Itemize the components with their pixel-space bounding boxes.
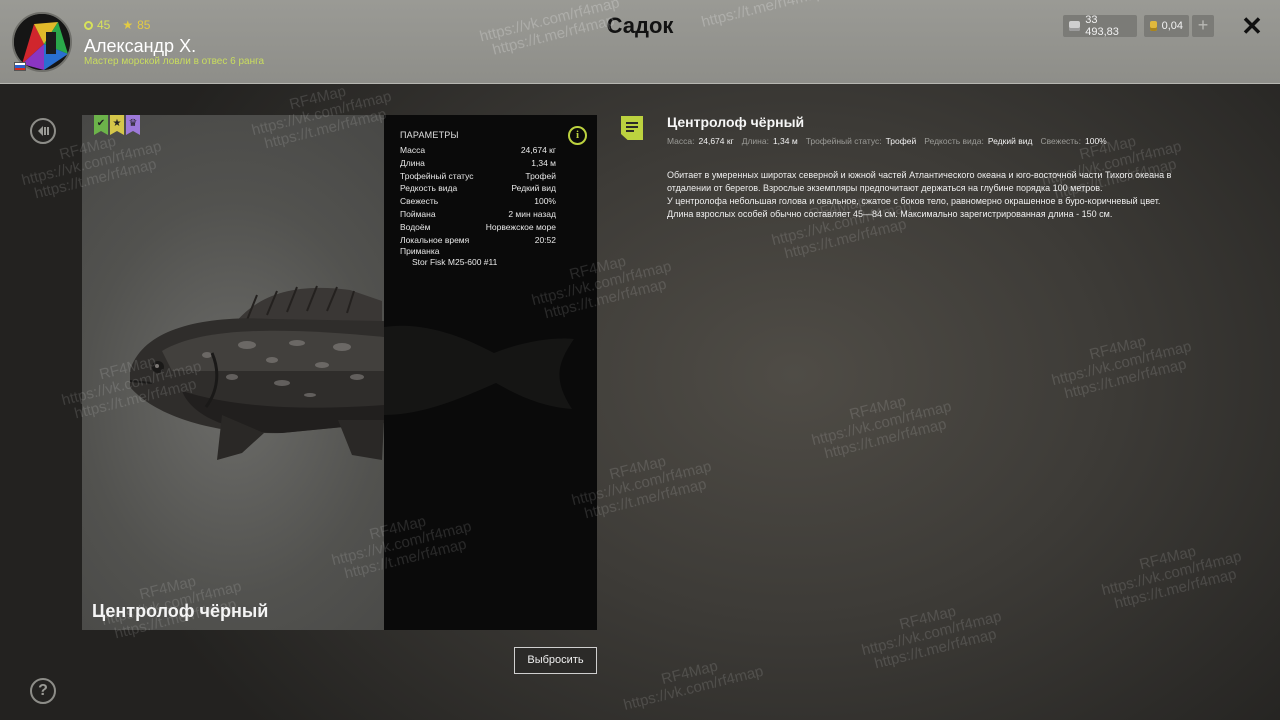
watermark: RF4Map https://vk.com/rf4map https://t.m… [1096, 533, 1247, 614]
watermark-vk: https://vk.com/rf4map [1099, 547, 1244, 600]
fish-card-name: Центролоф чёрный [92, 601, 269, 621]
meta-label: Редкость вида: [924, 136, 984, 146]
crown-badge-icon: ♛ [126, 115, 140, 135]
description-line: У центролофа небольшая голова и овальное… [667, 196, 1161, 206]
param-label: Трофейный статус [400, 171, 474, 181]
watermark-brand: RF4Map [1077, 132, 1138, 164]
gold-amount: 0,04 [1161, 20, 1183, 32]
close-button[interactable]: ✕ [1240, 13, 1264, 39]
watermark-vk: https://vk.com/rf4map [621, 662, 766, 714]
param-label: Редкость вида [400, 183, 458, 193]
bait-value: Stor Fisk M25-600 #11 [412, 257, 498, 267]
watermark-brand: RF4Map [847, 392, 908, 424]
param-row-length: Длина 1,34 м [400, 157, 556, 169]
param-value: Норвежское море [485, 222, 556, 232]
note-icon [621, 116, 643, 140]
parameters-panel: ПАРАМЕТРЫ i Масса 24,674 кг Длина 1,34 м… [384, 115, 597, 630]
fish-badges: ✔ ★ ♛ [94, 115, 140, 135]
param-label: Свежесть [400, 196, 439, 206]
silver-amount: 33 493,83 [1085, 14, 1119, 38]
param-value: 20:52 [534, 235, 556, 245]
description-line: Длина взрослых особей обычно составляет … [667, 209, 1113, 219]
add-gold-button[interactable]: + [1192, 15, 1214, 37]
watermark-brand: RF4Map [1137, 542, 1198, 574]
keepnet-screen: 45 ★ 85 Александр Х. Мастер морской ловл… [0, 0, 1280, 720]
meta-value: Редкий вид [987, 136, 1033, 146]
param-row-caught: Поймана 2 мин назад [400, 208, 556, 220]
watermark-tg: https://t.me/rf4map [822, 415, 949, 463]
info-icon[interactable]: i [568, 126, 587, 145]
meta-label: Трофейный статус: [805, 136, 882, 146]
meta-value: 1,34 м [772, 136, 798, 146]
watermark-tg: https://t.me/rf4map [782, 215, 909, 263]
watermark-tg: https://t.me/rf4map [872, 625, 999, 673]
top-bar: 45 ★ 85 Александр Х. Мастер морской ловл… [0, 0, 1280, 84]
param-row-water-body: Водоём Норвежское море [400, 221, 556, 233]
watermark-brand: RF4Map [659, 657, 720, 688]
back-arrow-icon [38, 126, 49, 136]
help-button[interactable]: ? [30, 678, 56, 704]
gold-coin-icon [1150, 21, 1157, 31]
watermark-tg: https://t.me/rf4map [1062, 355, 1189, 403]
param-value: 100% [534, 196, 556, 206]
country-flag [14, 62, 26, 71]
watermark-vk: https://vk.com/rf4map [809, 397, 954, 450]
description-line: Обитает в умеренных широтах северной и ю… [667, 170, 1172, 180]
watermark-tg: https://t.me/rf4map [1112, 565, 1239, 613]
watermark: RF4Map https://vk.com/rf4map https://t.m… [856, 593, 1007, 674]
watermark: RF4Map https://vk.com/rf4map https://t.m… [1046, 323, 1197, 404]
param-value: 24,674 кг [520, 145, 556, 155]
meta-label: Масса: [667, 136, 695, 146]
param-row-freshness: Свежесть 100% [400, 195, 556, 207]
watermark-vk: https://vk.com/rf4map [1049, 337, 1194, 390]
fish-image [129, 285, 384, 460]
meta-label: Длина: [741, 136, 769, 146]
parameters-header: ПАРАМЕТРЫ [400, 130, 459, 140]
star-badge-icon: ★ [110, 115, 124, 135]
param-value: Трофей [525, 171, 556, 181]
fish-card: ✔ ★ ♛ Центролоф чёрный [82, 115, 384, 630]
param-label: Локальное время [400, 235, 470, 245]
param-row-trophy-status: Трофейный статус Трофей [400, 170, 556, 182]
back-button[interactable] [30, 118, 56, 144]
description-meta: Масса: 24,674 кг Длина: 1,34 м Трофейный с… [667, 136, 1111, 146]
param-value: 1,34 м [531, 158, 556, 168]
param-row-mass: Масса 24,674 кг [400, 144, 556, 156]
bait-label: Приманка [400, 246, 440, 256]
watermark: RF4Map https://vk.com/rf4map https://t.m… [806, 383, 957, 464]
param-label: Поймана [400, 209, 436, 219]
silver-coin-icon [1069, 21, 1081, 31]
gold-balance: 0,04 [1144, 15, 1189, 37]
watermark-brand: RF4Map [897, 602, 958, 634]
player-rank-title: Мастер морской ловли в отвес 6 ранга [84, 56, 265, 67]
meta-value: Трофей [885, 136, 917, 146]
description-title: Центролоф чёрный [667, 114, 805, 130]
player-name[interactable]: Александр Х. [84, 36, 196, 57]
param-value: 2 мин назад [508, 209, 556, 219]
meta-label: Свежесть: [1040, 136, 1081, 146]
watermark: RF4Map https://vk.com/rf4map [618, 648, 765, 714]
silver-balance: 33 493,83 [1063, 14, 1137, 38]
meta-value: 100% [1084, 136, 1107, 146]
param-row-rarity: Редкость вида Редкий вид [400, 182, 556, 194]
param-row-local-time: Локальное время 20:52 [400, 234, 556, 246]
param-label: Масса [400, 145, 426, 155]
watermark-brand: RF4Map [1087, 332, 1148, 364]
param-label: Длина [400, 158, 425, 168]
watermark-vk: https://vk.com/rf4map [859, 607, 1004, 660]
meta-value: 24,674 кг [698, 136, 734, 146]
release-button[interactable]: Выбросить [514, 647, 597, 674]
param-label: Водоём [400, 222, 431, 232]
check-badge-icon: ✔ [94, 115, 108, 135]
description-text: Обитает в умеренных широтах северной и ю… [667, 169, 1242, 221]
description-line: отдалении от берегов. Взрослые экземпляр… [667, 183, 1103, 193]
param-value: Редкий вид [511, 183, 556, 193]
